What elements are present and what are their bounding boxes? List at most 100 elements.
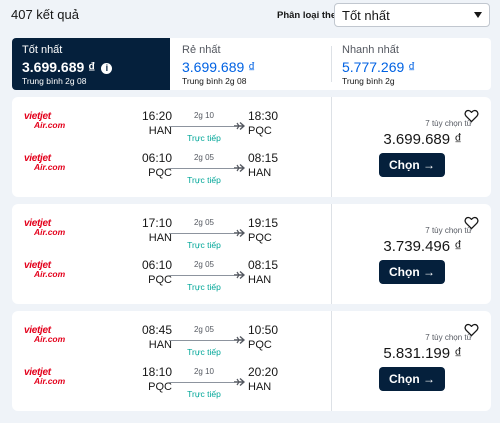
departure-time: 17:10 — [141, 216, 172, 230]
route-line — [169, 233, 234, 234]
arrival-time: 20:20 — [248, 365, 279, 379]
departure-airport: HAN — [148, 125, 172, 137]
airline-logo-text-2: Air.com — [34, 334, 66, 344]
airline-logo: vietjet Air.com — [24, 218, 68, 240]
arrival-time: 19:15 — [248, 216, 279, 230]
tab-fastest[interactable]: Nhanh nhất 5.777.269 ₫ Trung bình 2g — [332, 38, 491, 90]
flight-duration: 2g 10 — [193, 367, 215, 376]
sort-label: Phân loại theo — [277, 10, 342, 21]
airline-logo-text-2: Air.com — [34, 376, 66, 386]
return-leg: vietjet Air.com 06:10 PQC 2g 05 Trực tiếp 08:1… — [12, 254, 331, 296]
airline-logo: vietjet Air.com — [24, 153, 68, 175]
select-button[interactable]: Chọn → — [379, 153, 445, 177]
return-leg: vietjet Air.com 06:10 PQC 2g 05 Trực tiếp 08:1… — [12, 147, 331, 189]
arrival-airport: PQC — [248, 232, 272, 244]
sort-tabs: Tốt nhất 3.699.689 ₫ i Trung bình 2g 08 R… — [12, 38, 491, 90]
plane-icon — [234, 335, 245, 345]
stops-label: Trực tiếp — [187, 240, 221, 250]
flight-card[interactable]: vietjet Air.com 16:20 HAN 2g 10 Trực tiếp 18:3… — [12, 97, 491, 197]
departure-airport: HAN — [148, 232, 172, 244]
sort-selected-value: Tốt nhất — [342, 8, 390, 23]
flight-duration: 2g 10 — [193, 111, 215, 120]
departure-time: 18:10 — [141, 365, 172, 379]
arrival-time: 08:15 — [248, 258, 279, 272]
plane-icon — [234, 121, 245, 131]
outbound-leg: vietjet Air.com 17:10 HAN 2g 05 Trực tiếp 19:1… — [12, 212, 331, 254]
stops-label: Trực tiếp — [187, 282, 221, 292]
tab-best-price: 3.699.689 ₫ i — [22, 59, 113, 75]
route-line — [169, 168, 234, 169]
flight-card[interactable]: vietjet Air.com 08:45 HAN 2g 05 Trực tiếp 10:5… — [12, 311, 491, 411]
results-count: 407 kết quả — [11, 7, 79, 22]
sort-select[interactable]: Tốt nhất — [334, 3, 490, 27]
departure-airport: PQC — [148, 167, 172, 179]
flight-duration: 2g 05 — [193, 153, 215, 162]
outbound-leg: vietjet Air.com 16:20 HAN 2g 10 Trực tiếp 18:3… — [12, 105, 331, 147]
heart-icon[interactable] — [464, 109, 479, 123]
deals-count: 7 tùy chọn từ — [425, 226, 472, 235]
tab-cheapest-sub: Trung bình 2g 08 — [182, 76, 247, 86]
departure-airport: PQC — [148, 381, 172, 393]
tab-cheapest-title: Rẻ nhất — [182, 44, 221, 56]
airline-logo: vietjet Air.com — [24, 367, 68, 389]
flight-card[interactable]: vietjet Air.com 17:10 HAN 2g 05 Trực tiếp 19:1… — [12, 204, 491, 304]
departure-time: 06:10 — [141, 151, 172, 165]
stops-label: Trực tiếp — [187, 347, 221, 357]
deals-count: 7 tùy chọn từ — [425, 333, 472, 342]
price: 3.699.689 ₫ — [383, 131, 462, 148]
airline-logo: vietjet Air.com — [24, 260, 68, 282]
route-line — [169, 275, 234, 276]
heart-icon[interactable] — [464, 323, 479, 337]
outbound-leg: vietjet Air.com 08:45 HAN 2g 05 Trực tiếp 10:5… — [12, 319, 331, 361]
stops-label: Trực tiếp — [187, 133, 221, 143]
tab-fastest-price: 5.777.269 ₫ — [342, 59, 416, 75]
info-icon[interactable]: i — [101, 63, 113, 74]
select-button[interactable]: Chọn → — [379, 260, 445, 284]
flight-duration: 2g 05 — [193, 218, 215, 227]
arrival-time: 08:15 — [248, 151, 279, 165]
plane-icon — [234, 163, 245, 173]
arrival-airport: HAN — [248, 274, 272, 286]
route-line — [169, 126, 234, 127]
stops-label: Trực tiếp — [187, 175, 221, 185]
airline-logo-text-2: Air.com — [34, 120, 66, 130]
departure-time: 08:45 — [141, 323, 172, 337]
tab-cheapest[interactable]: Rẻ nhất 3.699.689 ₫ Trung bình 2g 08 — [172, 38, 330, 90]
plane-icon — [234, 377, 245, 387]
flight-duration: 2g 05 — [193, 260, 215, 269]
arrival-airport: PQC — [248, 125, 272, 137]
arrival-airport: HAN — [248, 381, 272, 393]
tab-fastest-title: Nhanh nhất — [342, 44, 399, 56]
arrival-airport: HAN — [248, 167, 272, 179]
plane-icon — [234, 270, 245, 280]
airline-logo-text-2: Air.com — [34, 269, 66, 279]
tab-fastest-sub: Trung bình 2g — [342, 76, 395, 86]
results-header: 407 kết quả Phân loại theo Tốt nhất — [0, 0, 500, 34]
departure-airport: PQC — [148, 274, 172, 286]
tab-best-title: Tốt nhất — [22, 44, 63, 56]
price: 3.739.496 ₫ — [383, 238, 462, 255]
price: 5.831.199 ₫ — [383, 345, 462, 362]
plane-icon — [234, 228, 245, 238]
tab-best[interactable]: Tốt nhất 3.699.689 ₫ i Trung bình 2g 08 — [12, 38, 170, 90]
route-line — [169, 382, 234, 383]
airline-logo-text-2: Air.com — [34, 162, 66, 172]
chevron-down-icon — [474, 12, 482, 18]
arrival-airport: PQC — [248, 339, 272, 351]
tab-best-sub: Trung bình 2g 08 — [22, 76, 87, 86]
tab-cheapest-price: 3.699.689 ₫ — [182, 59, 256, 75]
select-button[interactable]: Chọn → — [379, 367, 445, 391]
return-leg: vietjet Air.com 18:10 PQC 2g 10 Trực tiếp 20:2… — [12, 361, 331, 403]
departure-time: 16:20 — [141, 109, 172, 123]
deals-count: 7 tùy chọn từ — [425, 119, 472, 128]
arrival-time: 18:30 — [248, 109, 279, 123]
arrival-time: 10:50 — [248, 323, 279, 337]
route-line — [169, 340, 234, 341]
airline-logo: vietjet Air.com — [24, 111, 68, 133]
departure-airport: HAN — [148, 339, 172, 351]
heart-icon[interactable] — [464, 216, 479, 230]
departure-time: 06:10 — [141, 258, 172, 272]
stops-label: Trực tiếp — [187, 389, 221, 399]
flight-duration: 2g 05 — [193, 325, 215, 334]
airline-logo: vietjet Air.com — [24, 325, 68, 347]
